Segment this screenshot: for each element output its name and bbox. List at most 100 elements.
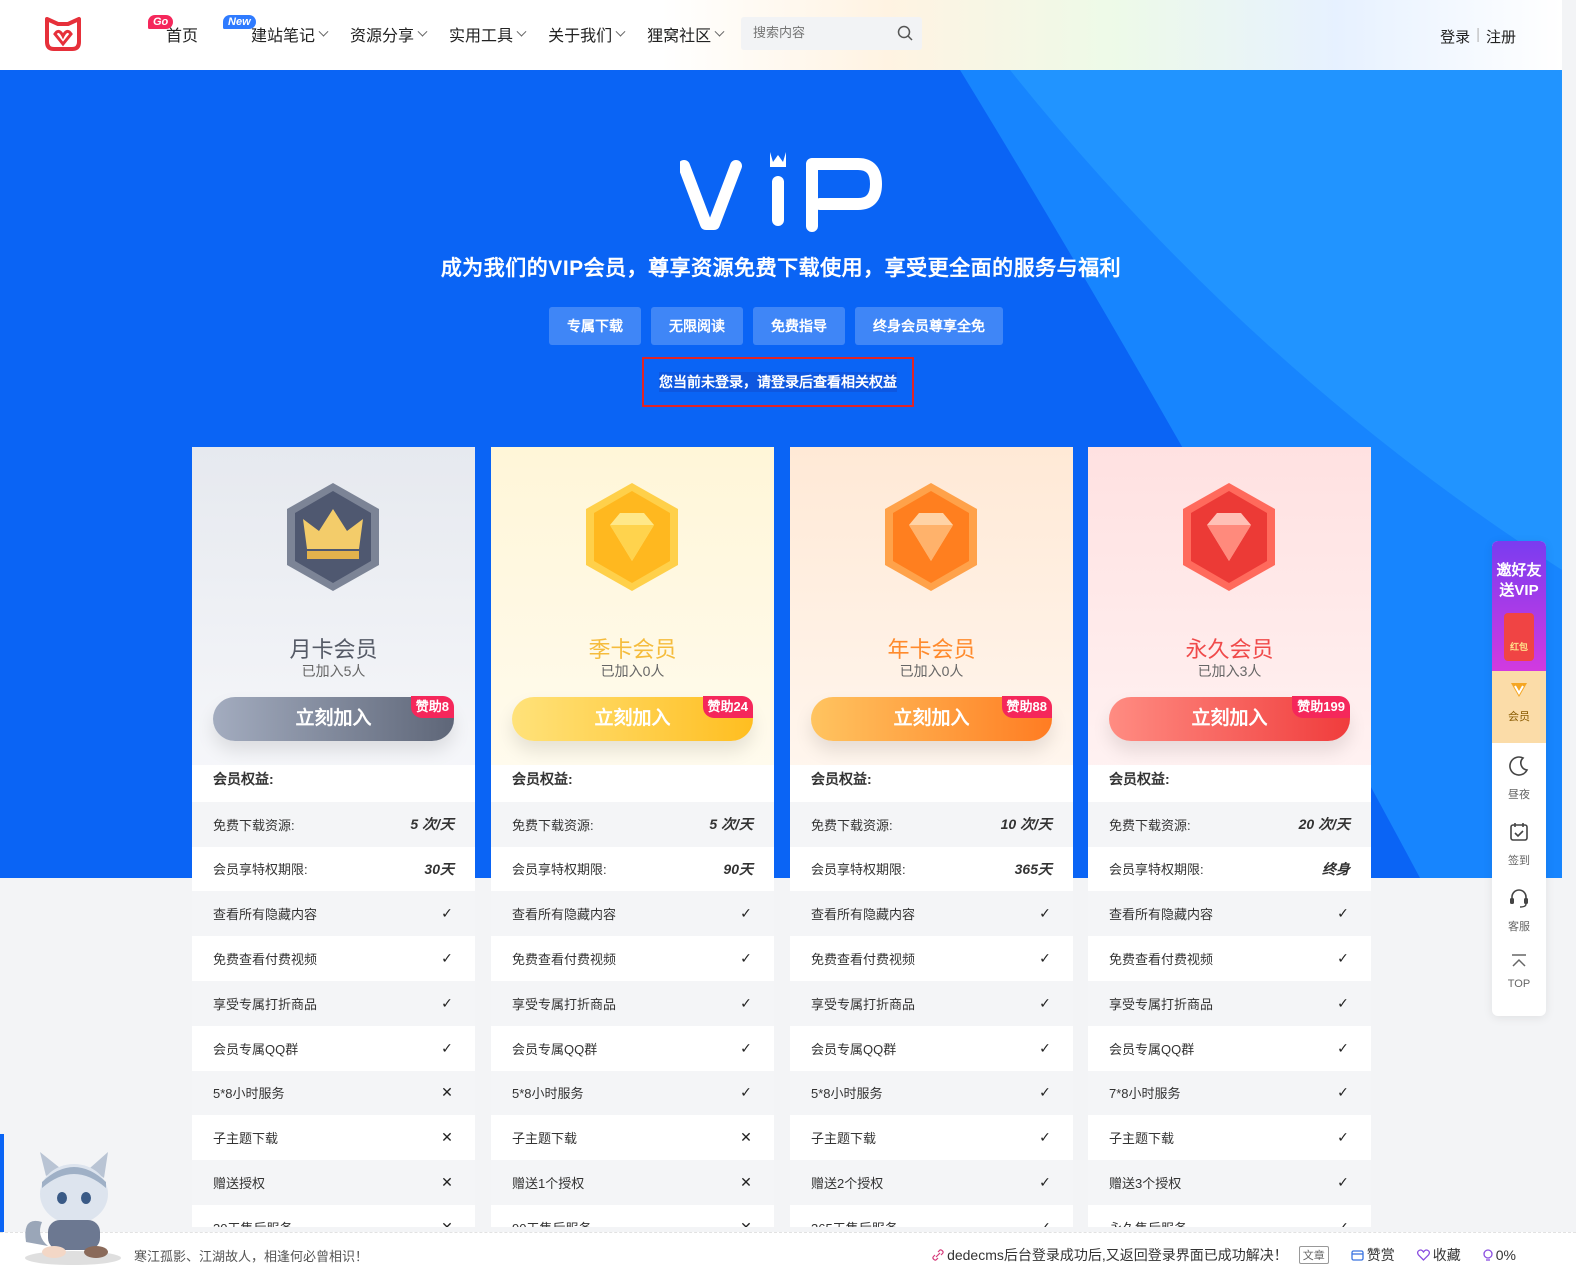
- benefit-label: 30天售后服务: [213, 1218, 292, 1227]
- site-logo[interactable]: [44, 16, 82, 52]
- hero-subtitle: 成为我们的VIP会员，尊享资源免费下载使用，享受更全面的服务与福利: [440, 257, 1122, 280]
- benefit-label: 享受专属打折商品: [213, 996, 318, 1012]
- benefit-label: 免费查看付费视频: [512, 952, 617, 968]
- benefit-row: 查看所有隐藏内容 ✓: [790, 891, 1073, 937]
- benefit-row: 子主题下载 ✓: [790, 1115, 1073, 1161]
- benefit-label: 5*8小时服务: [811, 1086, 883, 1102]
- mascot-character-image: [25, 1152, 121, 1265]
- invite-line-1: 邀好友: [1496, 562, 1542, 579]
- join-button[interactable]: 立刻加入 赞助88: [811, 696, 1052, 741]
- toolbar-member-label: 会员: [1508, 711, 1530, 723]
- headset-icon: [1510, 889, 1528, 908]
- benefit-label: 赠送3个授权: [1109, 1176, 1182, 1192]
- search-input[interactable]: [753, 25, 883, 40]
- reward-button[interactable]: 赞赏: [1351, 1245, 1395, 1265]
- join-button[interactable]: 立刻加入 赞助24: [512, 696, 753, 741]
- favorite-label: 收藏: [1432, 1247, 1461, 1263]
- benefit-row: 会员专属QQ群 ✓: [1088, 1025, 1371, 1071]
- nav-item-notes[interactable]: New 建站笔记: [223, 15, 329, 46]
- check-icon: ✓: [1337, 994, 1349, 1011]
- benefit-label: 享受专属打折商品: [512, 996, 617, 1012]
- benefit-label: 赠送1个授权: [512, 1176, 585, 1192]
- benefit-row: 赠送2个授权 ✓: [790, 1160, 1073, 1205]
- diamond-badge-icon: [1183, 483, 1275, 591]
- top-header: Go 首页 New 建站笔记 资源分享 实用工具 关于我们 狸窝社区 搜索内容 …: [0, 0, 1562, 70]
- check-icon: ✓: [1337, 1039, 1349, 1056]
- main-nav: Go 首页 New 建站笔记 资源分享 实用工具 关于我们 狸窝社区: [148, 15, 746, 46]
- nav-item-home[interactable]: Go 首页: [148, 15, 198, 46]
- plan-card-monthly: 月卡会员 已加入5人 立刻加入 赞助8 会员权益: 免费下载资源: 5 次/天 会员享…: [192, 447, 475, 1227]
- toolbar-service[interactable]: 客服: [1492, 875, 1546, 941]
- benefit-label: 会员权益:: [1109, 771, 1170, 788]
- benefit-value: 终身: [1322, 860, 1350, 877]
- login-notice[interactable]: 您当前未登录，请登录后查看相关权益: [642, 357, 914, 407]
- toolbar-checkin[interactable]: 签到: [1492, 809, 1546, 875]
- benefit-tag: 专属下载: [549, 307, 641, 345]
- check-icon: ✓: [441, 994, 453, 1011]
- nav-item-community[interactable]: 狸窝社区: [647, 22, 725, 46]
- reading-progress-value: 0%: [1495, 1247, 1516, 1263]
- site-motto: 寒江孤影、江湖故人，相逢何必曾相识！: [134, 1249, 369, 1264]
- benefit-header: 会员权益:: [192, 757, 475, 802]
- benefit-row: 免费下载资源: 20 次/天: [1088, 801, 1371, 847]
- toolbar-back-to-top[interactable]: TOP: [1492, 941, 1546, 1007]
- benefit-row: 免费查看付费视频 ✓: [790, 936, 1073, 981]
- benefit-row: 会员专属QQ群 ✓: [192, 1025, 475, 1071]
- benefit-label: 查看所有隐藏内容: [213, 907, 318, 923]
- article-title: dedecms后台登录成功后,又返回登录界面已成功解决！: [947, 1247, 1288, 1263]
- toolbar-member[interactable]: 会员: [1492, 671, 1546, 743]
- toolbar-checkin-label: 签到: [1508, 855, 1530, 867]
- chevron-down-icon: [615, 26, 626, 37]
- benefit-label: 免费下载资源:: [811, 817, 893, 833]
- login-link[interactable]: 登录: [1440, 26, 1470, 47]
- benefit-list: 会员权益: 免费下载资源: 20 次/天 会员享特权期限: 终身 查看所有隐藏内容 ✓ 免费查…: [1088, 757, 1371, 1227]
- cross-icon: ✕: [740, 1174, 752, 1191]
- invite-friends-banner[interactable]: 邀好友 送VIP 红包: [1492, 541, 1546, 671]
- join-button[interactable]: 立刻加入 赞助8: [213, 696, 454, 741]
- chevron-down-icon: [516, 26, 527, 37]
- sponsor-badge: 赞助199: [1292, 696, 1350, 718]
- benefit-label: 会员专属QQ群: [1109, 1041, 1195, 1057]
- toolbar-day-night-label: 昼夜: [1508, 789, 1530, 801]
- search-icon[interactable]: [897, 25, 913, 41]
- benefit-row: 7*8小时服务 ✓: [1088, 1070, 1371, 1116]
- invite-line-2: 送VIP: [1499, 582, 1539, 599]
- benefit-label: 免费下载资源:: [213, 817, 295, 833]
- benefit-label: 5*8小时服务: [512, 1086, 584, 1102]
- nav-item-tools[interactable]: 实用工具: [449, 22, 527, 46]
- benefit-label: 会员专属QQ群: [512, 1041, 598, 1057]
- benefit-value: 10 次/天: [1000, 816, 1052, 833]
- toolbar-day-night[interactable]: 昼夜: [1492, 743, 1546, 809]
- check-icon: ✓: [441, 950, 453, 967]
- bottom-bar: 寒江孤影、江湖故人，相逢何必曾相识！ dedecms后台登录成功后,又返回登录界…: [0, 1232, 1576, 1276]
- check-icon: ✓: [1039, 994, 1051, 1011]
- check-icon: ✓: [1337, 1218, 1349, 1227]
- nav-item-about[interactable]: 关于我们: [548, 22, 626, 46]
- cross-icon: ✕: [441, 1174, 453, 1191]
- vip-v-icon: [1511, 683, 1527, 697]
- plan-member-count: 已加入0人: [899, 663, 964, 679]
- benefit-label: 会员专属QQ群: [811, 1041, 897, 1057]
- register-link[interactable]: 注册: [1486, 26, 1516, 47]
- benefit-list: 会员权益: 免费下载资源: 5 次/天 会员享特权期限: 30天 查看所有隐藏内容 ✓ 免费查…: [192, 757, 475, 1227]
- favorite-button[interactable]: 收藏: [1416, 1245, 1461, 1265]
- benefit-row: 90天售后服务 ✕: [491, 1204, 774, 1227]
- benefit-label: 子主题下载: [512, 1131, 578, 1147]
- calendar-icon: [1510, 823, 1528, 841]
- plan-name: 季卡会员: [588, 637, 677, 662]
- benefit-label: 子主题下载: [213, 1131, 279, 1147]
- benefit-label: 免费查看付费视频: [213, 952, 318, 968]
- nav-badge-new: New: [223, 15, 256, 29]
- benefit-list: 会员权益: 免费下载资源: 10 次/天 会员享特权期限: 365天 查看所有隐藏内容 ✓ 免…: [790, 757, 1073, 1227]
- current-article[interactable]: dedecms后台登录成功后,又返回登录界面已成功解决！ 文章: [932, 1245, 1329, 1265]
- join-button[interactable]: 立刻加入 赞助199: [1109, 696, 1350, 741]
- crown-badge-icon: [287, 483, 379, 591]
- benefit-row: 免费下载资源: 5 次/天: [192, 801, 475, 847]
- check-icon: ✓: [1039, 1218, 1051, 1227]
- benefit-label: 会员权益:: [213, 771, 274, 788]
- nav-item-resources[interactable]: 资源分享: [350, 22, 428, 46]
- benefit-label: 永久售后服务: [1109, 1218, 1187, 1227]
- check-icon: ✓: [441, 1039, 453, 1056]
- chevron-down-icon: [318, 26, 329, 37]
- check-icon: ✓: [1337, 1084, 1349, 1101]
